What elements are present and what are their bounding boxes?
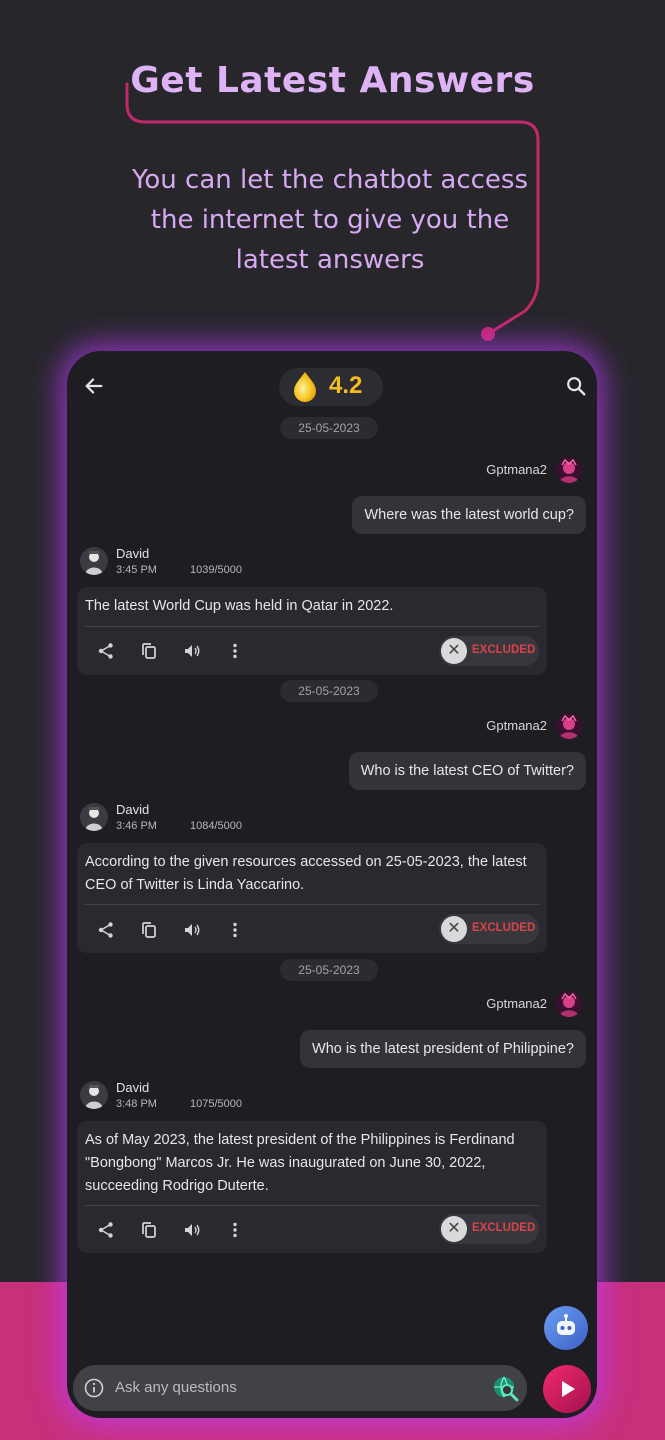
excluded-toggle[interactable]: ✕ EXCLUDED [439,1214,539,1244]
copy-icon[interactable] [140,1221,158,1239]
bot-message-card: As of May 2023, the latest president of … [77,1121,547,1253]
bot-avatar [80,547,108,575]
token-counter: 1075/5000 [190,1098,242,1110]
bot-message-card: The latest World Cup was held in Qatar i… [77,587,547,675]
user-message-bubble: Where was the latest world cup? [352,496,586,534]
token-counter: 1039/5000 [190,564,242,576]
message-time: 3:46 PM [116,820,157,832]
credits-badge[interactable]: 4.2 [279,368,383,406]
robot-icon [557,1314,575,1335]
search-icon[interactable] [565,375,587,397]
user-name: Gptmana2 [486,718,547,733]
gold-drop-icon [294,372,316,402]
user-avatar [556,713,582,739]
share-icon[interactable] [97,1221,115,1239]
share-icon[interactable] [97,921,115,939]
user-avatar [556,457,582,483]
bot-avatar [80,803,108,831]
send-button[interactable] [543,1365,591,1413]
date-separator: 25-05-2023 [280,959,378,981]
token-counter: 1084/5000 [190,820,242,832]
close-icon: ✕ [441,1216,467,1242]
close-icon: ✕ [441,916,467,942]
date-separator: 25-05-2023 [280,417,378,439]
divider [85,626,539,627]
arrow-left-icon[interactable] [83,375,105,397]
divider [85,1205,539,1206]
web-search-icon[interactable] [492,1375,520,1403]
user-message-bubble: Who is the latest president of Philippin… [300,1030,586,1068]
copy-icon[interactable] [140,642,158,660]
share-icon[interactable] [97,642,115,660]
question-input[interactable]: Ask any questions [73,1365,527,1411]
bot-message-text: The latest World Cup was held in Qatar i… [85,598,394,614]
user-message-bubble: Who is the latest CEO of Twitter? [348,752,586,790]
speaker-icon[interactable] [183,921,201,939]
more-vertical-icon[interactable] [226,1221,244,1239]
date-separator: 25-05-2023 [280,680,378,702]
excluded-label: EXCLUDED [472,644,536,656]
more-vertical-icon[interactable] [226,642,244,660]
user-avatar [556,991,582,1017]
divider [85,904,539,905]
excluded-toggle[interactable]: ✕ EXCLUDED [439,636,539,666]
excluded-toggle[interactable]: ✕ EXCLUDED [439,914,539,944]
copy-icon[interactable] [140,921,158,939]
user-name: Gptmana2 [486,996,547,1011]
bot-name: David [116,546,150,561]
input-placeholder: Ask any questions [115,1379,237,1396]
phone-screen: 4.2 25-05-2023 Gptmana2 Where was the la… [67,351,597,1418]
speaker-icon[interactable] [183,642,201,660]
bot-message-card: According to the given resources accesse… [77,843,547,953]
speaker-icon[interactable] [183,1221,201,1239]
info-icon[interactable] [84,1378,104,1398]
credits-value: 4.2 [329,372,363,399]
close-icon: ✕ [441,638,467,664]
promo-connector-line [125,82,540,341]
top-bar: 4.2 [67,351,597,421]
bot-name: David [116,1080,150,1095]
play-send-icon [562,1381,575,1397]
bot-avatar [80,1081,108,1109]
excluded-label: EXCLUDED [472,922,536,934]
excluded-label: EXCLUDED [472,1222,536,1234]
message-time: 3:48 PM [116,1098,157,1110]
bot-assistant-button[interactable] [544,1306,588,1350]
bot-message-text: As of May 2023, the latest president of … [85,1132,515,1194]
user-name: Gptmana2 [486,462,547,477]
bot-message-text: According to the given resources accesse… [85,854,527,893]
bot-name: David [116,802,150,817]
more-vertical-icon[interactable] [226,921,244,939]
message-time: 3:45 PM [116,564,157,576]
